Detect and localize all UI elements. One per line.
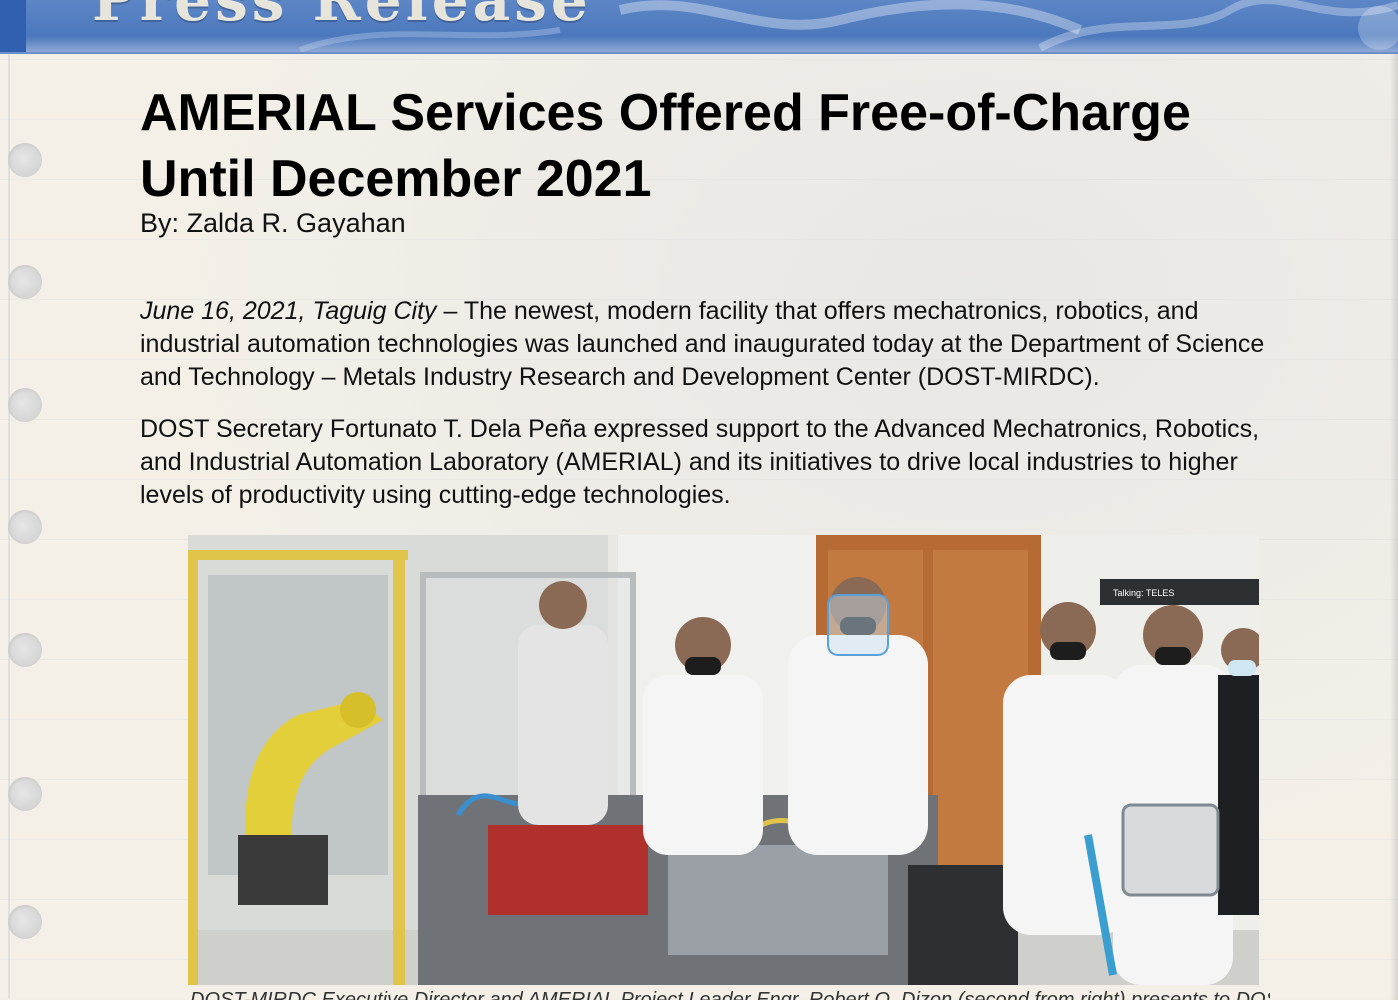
article-paragraph-2: DOST Secretary Fortunato T. Dela Peña ex… <box>140 415 1260 509</box>
article-paragraph-1: June 16, 2021, Taguig City – The newest,… <box>140 295 1300 394</box>
page-edge-shadow <box>1390 40 1398 1000</box>
banner-title: Press Release <box>92 0 592 34</box>
banner-corner-tab <box>0 0 26 52</box>
screen-talking-label: Talking: TELES <box>1113 588 1174 598</box>
binder-hole <box>8 633 42 667</box>
article-title: AMERIAL Services Offered Free-of-Charge … <box>140 84 1191 208</box>
binder-hole <box>8 143 42 177</box>
binder-hole <box>8 905 42 939</box>
article-byline: By: Zalda R. Gayahan <box>140 208 406 238</box>
laboratory-photo: Talking: TELES <box>188 535 1259 985</box>
page-margin-line <box>8 0 10 998</box>
binder-hole <box>8 265 42 299</box>
laboratory-photo-illustration: Talking: TELES <box>188 535 1259 985</box>
article-dateline: June 16, 2021, Taguig City <box>140 297 437 325</box>
binder-hole <box>8 388 42 422</box>
binder-hole <box>8 510 42 544</box>
binder-hole <box>8 777 42 811</box>
press-release-banner: Press Release <box>0 0 1398 54</box>
